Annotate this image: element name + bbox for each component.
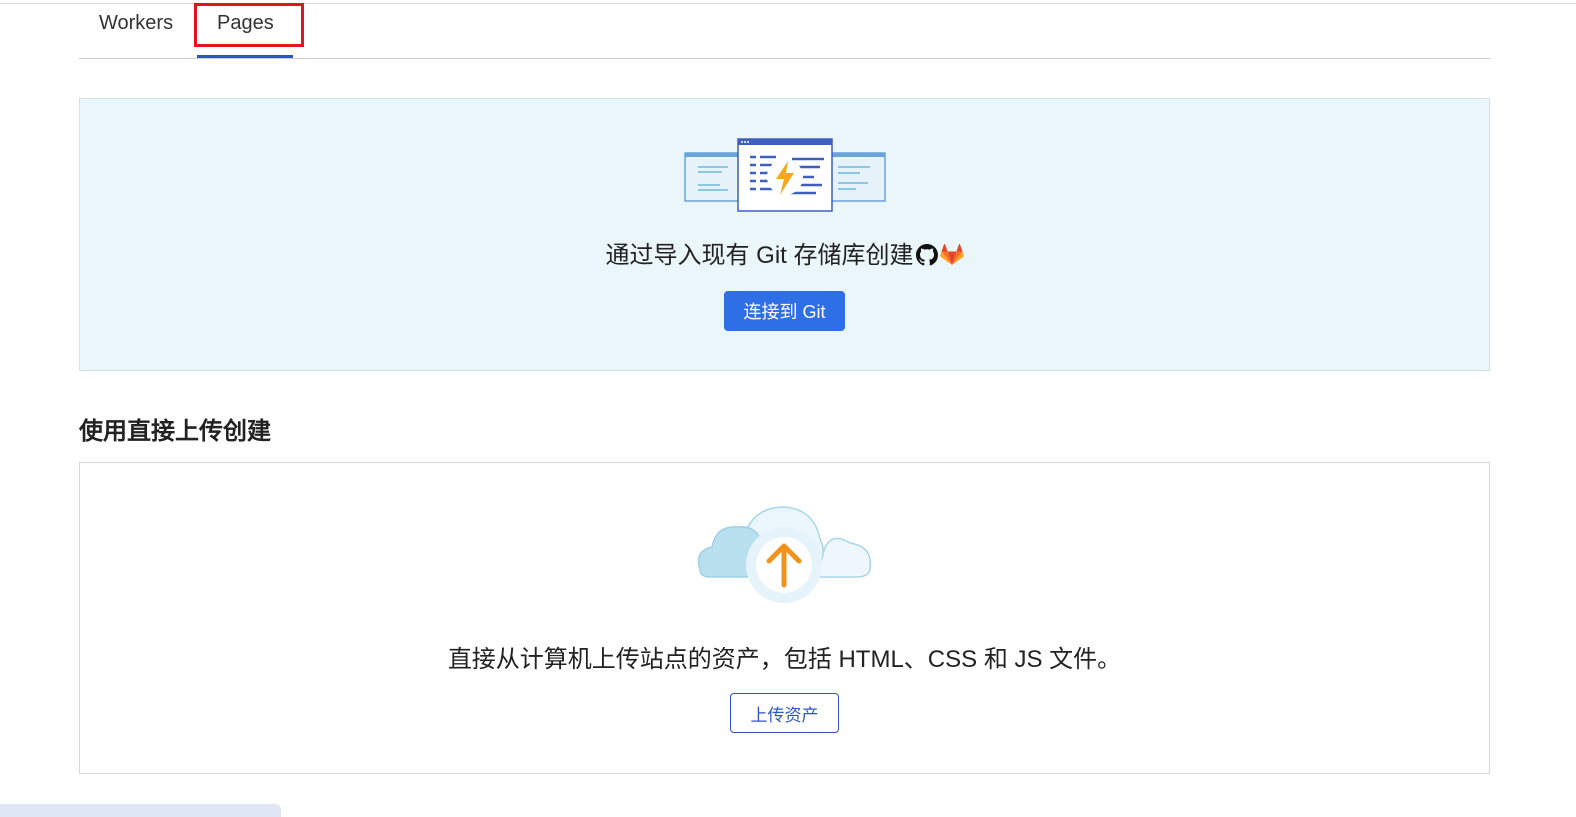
direct-upload-description: 直接从计算机上传站点的资产，包括 HTML、CSS 和 JS 文件。 xyxy=(447,646,1122,673)
git-pages-illustration xyxy=(684,138,886,212)
git-import-title-text: 通过导入现有 Git 存储库创建 xyxy=(605,242,914,269)
direct-upload-panel: 直接从计算机上传站点的资产，包括 HTML、CSS 和 JS 文件。 上传资产 xyxy=(79,462,1490,774)
active-tab-indicator xyxy=(197,55,293,58)
github-icon xyxy=(915,244,938,266)
cloud-upload-icon xyxy=(697,506,871,603)
git-import-title: 通过导入现有 Git 存储库创建 xyxy=(80,235,1489,270)
git-import-panel: 通过导入现有 Git 存储库创建 连接到 Git xyxy=(79,98,1490,371)
bottom-scroll-strip xyxy=(0,804,281,817)
direct-upload-heading: 使用直接上传创建 xyxy=(79,418,271,445)
upload-assets-button[interactable]: 上传资产 xyxy=(730,693,839,733)
connect-git-button[interactable]: 连接到 Git xyxy=(724,291,845,331)
tab-workers[interactable]: Workers xyxy=(99,12,173,35)
gitlab-icon xyxy=(939,244,964,265)
highlight-annotation xyxy=(194,3,304,47)
